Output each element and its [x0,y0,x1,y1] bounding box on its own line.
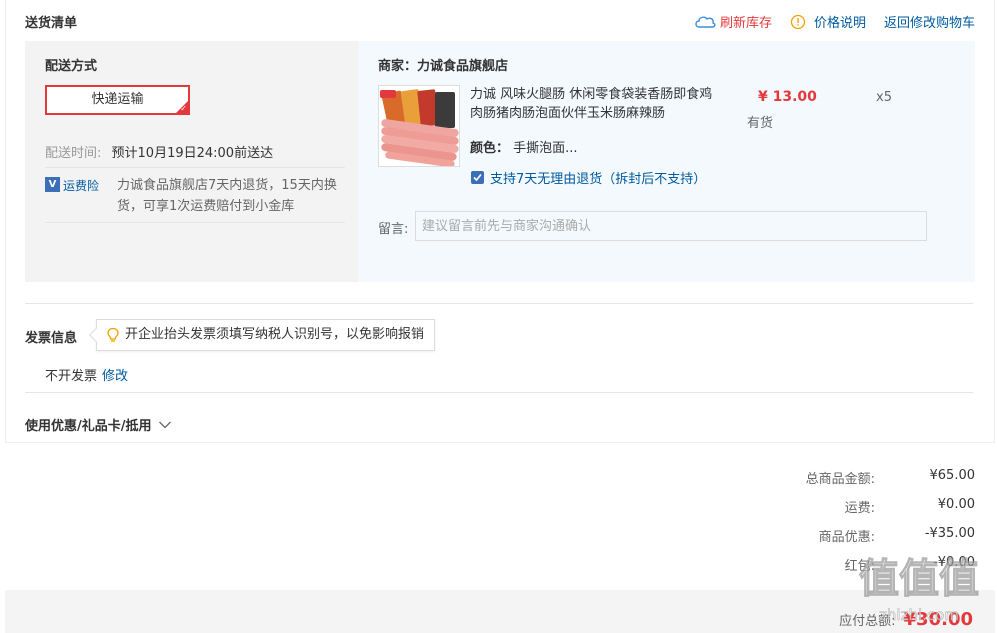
coupon-toggle[interactable]: 使用优惠/礼品卡/抵用 [25,415,172,434]
shipping-insurance-text: 力诚食品旗舰店7天内退货，15天内换货，可享1次运费赔付到小金库 [117,178,337,214]
shipping-insurance-label: 运费险 [63,179,100,193]
invoice-edit-link[interactable]: 修改 [102,369,128,384]
express-shipping-label: 快递运输 [91,92,144,107]
invoice-status-value: 不开发票 [45,369,98,384]
summary-label: 运费: [844,501,875,516]
invoice-status: 不开发票 修改 [45,365,128,384]
delivery-method-panel: 配送方式 快递运输 ✓ 配送时间: 预计10月19日24:00前送达 V 运费险… [25,41,358,282]
watermark-logo-icon: 值值值 zhizhi.com [858,555,979,624]
cloud-refresh-icon [695,16,716,28]
delivery-panel: 配送方式 快递运输 ✓ 配送时间: 预计10月19日24:00前送达 V 运费险… [25,41,975,282]
summary-label: 商品优惠: [818,530,875,545]
divider [45,222,345,223]
summary-value: ¥65.00 [929,468,976,483]
delivery-time-value: 预计10月19日24:00前送达 [111,146,274,161]
message-input[interactable] [415,211,927,241]
svg-text:zhizhi.com: zhizhi.com [879,606,959,624]
price-info-link[interactable]: 价格说明 [790,12,866,31]
svg-text:值值值: 值值值 [859,556,979,602]
product-color: 颜色： 手撕泡面... [470,137,578,156]
refresh-stock-label: 刷新库存 [719,16,772,31]
product-color-label: 颜色： [470,141,510,156]
summary-row: 运费: ¥0.00 [715,497,975,516]
lightbulb-icon [107,327,119,342]
merchant-name: 商家：力诚食品旗舰店 [378,59,509,74]
summary-value: ¥0.00 [937,497,975,512]
sausage-product-icon [379,86,459,166]
product-color-value: 手撕泡面... [513,141,578,156]
divider [45,167,345,168]
price-info-label: 价格说明 [813,16,866,31]
delivery-time: 配送时间: 预计10月19日24:00前送达 [45,142,345,161]
summary-value: -¥35.00 [924,526,975,541]
invoice-tip-tooltip: 开企业抬头发票须填写纳税人识别号，以免影响报销 [88,319,436,351]
shipping-insurance-tag[interactable]: V 运费险 [45,175,117,217]
back-to-cart-link[interactable]: 返回修改购物车 [884,12,975,31]
invoice-title: 发票信息 [25,331,78,346]
v-badge-icon: V [45,177,60,192]
info-circle-icon [790,14,806,29]
top-links: 刷新库存 价格说明 返回修改购物车 [694,12,975,31]
delivery-time-label: 配送时间: [45,146,102,161]
coupon-label: 使用优惠/礼品卡/抵用 [25,419,152,434]
back-to-cart-label: 返回修改购物车 [883,16,975,31]
refresh-stock-link[interactable]: 刷新库存 [694,12,772,31]
product-name-link[interactable]: 力诚 风味火腿肠 休闲零食袋装香肠即食鸡肉肠猪肉肠泡面伙伴玉米肠麻辣肠 [470,85,720,123]
product-quantity: x5 [876,90,892,105]
divider [25,303,973,304]
return-policy-text: 支持7天无理由退货（拆封后不支持） [490,172,707,187]
divider [25,392,973,393]
return-policy: 支持7天无理由退货（拆封后不支持） [470,168,706,187]
chevron-down-icon [158,421,171,428]
summary-label: 总商品金额: [805,472,875,487]
express-shipping-option[interactable]: 快递运输 ✓ [45,85,190,115]
invoice-tip-text: 开企业抬头发票须填写纳税人识别号，以免影响报销 [125,327,425,342]
summary-row: 商品优惠: -¥35.00 [715,526,975,545]
message-label: 留言: [378,222,409,237]
delivery-method-label: 配送方式 [45,59,98,74]
total-bar: 应付总额: ¥30.00 [5,590,995,633]
return-policy-icon [471,171,484,184]
check-icon: ✓ [180,104,187,113]
shipping-insurance: V 运费险 力诚食品旗舰店7天内退货，15天内换货，可享1次运费赔付到小金库 [45,175,345,217]
product-price: ¥ 13.00 [758,89,817,105]
stock-status: 有货 [747,116,774,131]
section-title: 送货清单 [25,16,78,31]
product-image[interactable] [378,85,460,167]
summary-row: 总商品金额: ¥65.00 [715,468,975,487]
